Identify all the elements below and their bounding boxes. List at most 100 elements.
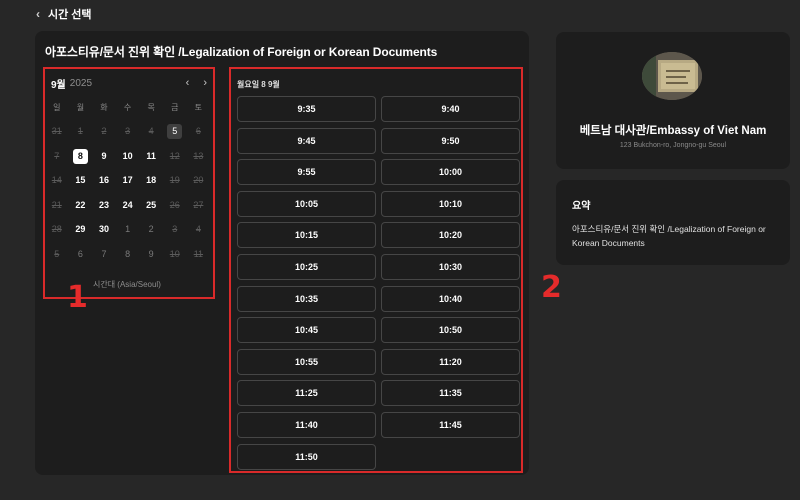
calendar-day: 7 bbox=[45, 149, 69, 164]
calendar-grid: 일 월 화 수 목 금 토 31 1 2 3 4 5 6 7 8 9 10 11 12 13 14 15 16 17 18 19 20… bbox=[45, 95, 213, 267]
time-slot-button[interactable]: 11:35 bbox=[381, 380, 520, 407]
time-slot-button[interactable]: 10:00 bbox=[381, 159, 520, 186]
calendar-day-number: 8 bbox=[125, 248, 131, 259]
time-slot-button[interactable]: 10:30 bbox=[381, 254, 520, 280]
calendar-day: 1 bbox=[69, 124, 93, 139]
calendar-day: 4 bbox=[139, 124, 163, 139]
calendar-day-number: 10 bbox=[169, 248, 180, 259]
time-slot-button[interactable]: 9:45 bbox=[237, 127, 376, 154]
calendar-day: 3 bbox=[163, 222, 187, 237]
time-slot-button[interactable]: 10:10 bbox=[381, 190, 520, 217]
calendar-day-number: 2 bbox=[148, 224, 154, 235]
time-slot-button[interactable]: 9:35 bbox=[237, 96, 376, 122]
calendar-day[interactable]: 9 bbox=[92, 149, 116, 164]
selected-date-label: 월요일 8 9월 bbox=[237, 80, 280, 89]
calendar-day[interactable]: 25 bbox=[139, 198, 163, 213]
calendar-week: 7 8 9 10 11 12 13 bbox=[45, 144, 213, 169]
calendar-day-number: 10 bbox=[122, 150, 133, 161]
back-button[interactable]: ‹ 시간 선택 bbox=[36, 6, 92, 22]
calendar-day[interactable]: 23 bbox=[92, 198, 116, 213]
calendar-header: 9월 2025 ‹ › bbox=[51, 75, 207, 91]
time-slot-button[interactable]: 10:55 bbox=[237, 348, 376, 375]
next-month-icon[interactable]: › bbox=[203, 77, 207, 89]
calendar-day: 5 bbox=[45, 247, 69, 262]
weekday-label: 일 bbox=[53, 102, 61, 112]
time-slot-button[interactable]: 11:45 bbox=[381, 412, 520, 438]
time-slot-button[interactable]: 9:40 bbox=[381, 96, 520, 122]
time-slot-button[interactable]: 10:15 bbox=[237, 222, 376, 249]
calendar-day-number: 11 bbox=[193, 248, 204, 259]
calendar-day: 12 bbox=[163, 149, 187, 164]
calendar-day[interactable]: 15 bbox=[69, 173, 93, 188]
calendar-day-number: 27 bbox=[193, 199, 204, 210]
calendar-day: 2 bbox=[92, 124, 116, 139]
calendar-week: 5 6 7 8 9 10 11 bbox=[45, 242, 213, 267]
calendar-day[interactable]: 29 bbox=[69, 222, 93, 237]
time-slot-button[interactable]: 10:35 bbox=[237, 285, 376, 312]
calendar-day[interactable]: 30 bbox=[92, 222, 116, 237]
calendar-day-number: 30 bbox=[98, 224, 109, 235]
calendar-day-number: 16 bbox=[98, 175, 109, 186]
time-slot-button[interactable]: 11:40 bbox=[237, 412, 376, 438]
calendar-day-number: 5 bbox=[167, 124, 183, 140]
calendar-day-number: 29 bbox=[75, 224, 86, 235]
time-slot-button[interactable]: 9:55 bbox=[237, 159, 376, 186]
annotation-marker-1: 1 bbox=[67, 280, 88, 315]
calendar-day-number: 3 bbox=[125, 126, 131, 137]
calendar-day-selected[interactable]: 8 bbox=[69, 148, 93, 164]
calendar-day[interactable]: 16 bbox=[92, 173, 116, 188]
calendar-day: 9 bbox=[139, 247, 163, 262]
calendar-day-number: 23 bbox=[98, 199, 109, 210]
time-slot-button[interactable]: 10:25 bbox=[237, 254, 376, 280]
time-slot-button[interactable]: 11:20 bbox=[381, 348, 520, 375]
time-slot-button[interactable]: 10:40 bbox=[381, 285, 520, 312]
calendar-day-number: 11 bbox=[146, 150, 156, 161]
time-slot-button[interactable]: 10:20 bbox=[381, 222, 520, 249]
calendar-day[interactable]: 11 bbox=[139, 149, 163, 164]
summary-text: 아포스티유/문서 진위 확인 /Legalization of Foreign … bbox=[572, 224, 766, 248]
calendar-day: 5 bbox=[163, 124, 187, 140]
embassy-card: 베트남 대사관/Embassy of Viet Nam 123 Bukchon-… bbox=[556, 32, 790, 169]
calendar-day: 6 bbox=[69, 247, 93, 262]
summary-heading: 요약 bbox=[572, 201, 591, 212]
time-slot-button[interactable]: 10:50 bbox=[381, 317, 520, 344]
calendar-day[interactable]: 17 bbox=[116, 173, 140, 188]
calendar-day-number: 20 bbox=[193, 175, 204, 186]
calendar-day-number: 18 bbox=[146, 175, 157, 186]
time-slot-button[interactable]: 10:05 bbox=[237, 190, 376, 217]
calendar-day[interactable]: 10 bbox=[116, 149, 140, 164]
embassy-address: 123 Bukchon-ro, Jongno-gu Seoul bbox=[619, 142, 727, 149]
time-slot-button[interactable]: 9:50 bbox=[381, 127, 520, 154]
calendar: 9월 2025 ‹ › 일 월 화 수 목 금 토 31 1 2 3 4 5 6 7 8 9 10 11 12 13 14… bbox=[43, 67, 215, 299]
calendar-day[interactable]: 24 bbox=[116, 198, 140, 213]
calendar-day[interactable]: 22 bbox=[69, 198, 93, 213]
calendar-day: 3 bbox=[116, 124, 140, 139]
page-title: 아포스티유/문서 진위 확인 /Legalization of Foreign … bbox=[45, 45, 438, 59]
summary-card: 요약 아포스티유/문서 진위 확인 /Legalization of Forei… bbox=[556, 180, 790, 265]
calendar-day-number: 1 bbox=[77, 126, 83, 137]
calendar-day[interactable]: 18 bbox=[139, 173, 163, 188]
calendar-day-number: 22 bbox=[75, 199, 86, 210]
time-slot-button[interactable]: 11:25 bbox=[237, 380, 376, 407]
calendar-day: 4 bbox=[187, 222, 211, 237]
calendar-day-number: 17 bbox=[122, 175, 133, 186]
calendar-day: 21 bbox=[45, 198, 69, 213]
calendar-day-number: 6 bbox=[195, 126, 201, 137]
prev-month-icon[interactable]: ‹ bbox=[186, 77, 190, 89]
chevron-left-icon: ‹ bbox=[36, 7, 40, 21]
calendar-day-number: 7 bbox=[101, 248, 107, 259]
embassy-avatar bbox=[642, 52, 702, 100]
calendar-day-number: 26 bbox=[169, 199, 180, 210]
calendar-day-number: 3 bbox=[172, 224, 178, 235]
calendar-day: 31 bbox=[45, 124, 69, 139]
annotation-marker-2: 2 bbox=[541, 270, 562, 305]
calendar-day-number: 13 bbox=[193, 150, 204, 161]
calendar-day: 1 bbox=[116, 222, 140, 237]
time-slot-button[interactable]: 11:50 bbox=[237, 443, 376, 470]
back-label: 시간 선택 bbox=[48, 9, 92, 21]
calendar-day: 11 bbox=[187, 247, 211, 262]
calendar-day: 7 bbox=[92, 247, 116, 262]
calendar-day-number: 5 bbox=[54, 248, 60, 259]
time-slot-button[interactable]: 10:45 bbox=[237, 317, 376, 344]
calendar-day-number: 21 bbox=[51, 199, 62, 210]
